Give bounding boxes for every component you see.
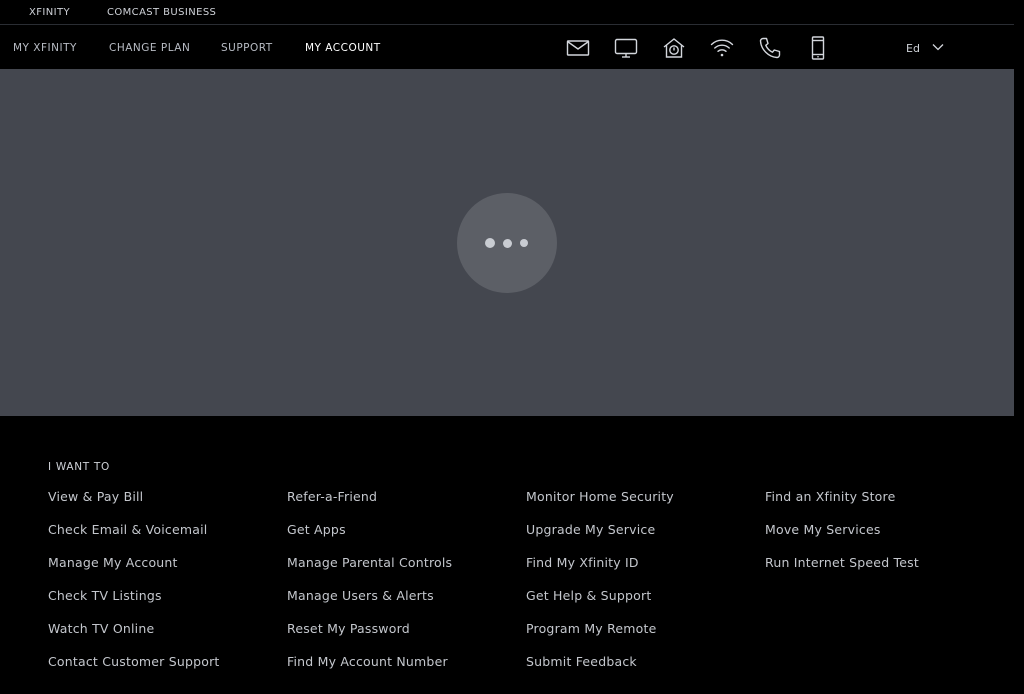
- footer-link[interactable]: Contact Customer Support: [48, 654, 278, 687]
- footer-link[interactable]: Check Email & Voicemail: [48, 522, 278, 555]
- content-loading-panel: [0, 69, 1014, 416]
- chevron-down-icon: [932, 44, 944, 51]
- footer-link[interactable]: Run Internet Speed Test: [765, 555, 995, 588]
- wifi-icon[interactable]: [709, 35, 735, 61]
- footer-link[interactable]: Find My Xfinity ID: [526, 555, 756, 588]
- footer-link[interactable]: Submit Feedback: [526, 654, 756, 687]
- footer-heading: I WANT TO: [48, 461, 111, 473]
- footer-link[interactable]: Check TV Listings: [48, 588, 278, 621]
- scrollbar[interactable]: [1014, 0, 1024, 694]
- footer-link[interactable]: Manage Users & Alerts: [287, 588, 517, 621]
- phone-icon[interactable]: [757, 35, 783, 61]
- nav-change-plan[interactable]: CHANGE PLAN: [109, 42, 190, 54]
- tv-icon[interactable]: [613, 35, 639, 61]
- brand-bar: XFINITY COMCAST BUSINESS: [0, 0, 1014, 25]
- home-security-icon[interactable]: [661, 35, 687, 61]
- comcast-business-link[interactable]: COMCAST BUSINESS: [107, 7, 216, 18]
- footer-link[interactable]: Watch TV Online: [48, 621, 278, 654]
- footer-link[interactable]: Find My Account Number: [287, 654, 517, 687]
- xfinity-link[interactable]: XFINITY: [29, 7, 70, 18]
- loading-dot: [520, 239, 528, 247]
- footer-link[interactable]: Manage Parental Controls: [287, 555, 517, 588]
- mail-icon[interactable]: [565, 35, 591, 61]
- footer-link[interactable]: Refer-a-Friend: [287, 489, 517, 522]
- footer-column-2: Refer-a-Friend Get Apps Manage Parental …: [287, 489, 517, 687]
- main-nav: MY XFINITY CHANGE PLAN SUPPORT MY ACCOUN…: [0, 25, 1014, 69]
- loading-dot: [485, 238, 495, 248]
- footer: I WANT TO View & Pay Bill Check Email & …: [0, 416, 1014, 694]
- footer-link[interactable]: Monitor Home Security: [526, 489, 756, 522]
- footer-link[interactable]: Upgrade My Service: [526, 522, 756, 555]
- page: XFINITY COMCAST BUSINESS MY XFINITY CHAN…: [0, 0, 1024, 694]
- loading-dot: [503, 238, 512, 248]
- footer-column-4: Find an Xfinity Store Move My Services R…: [765, 489, 995, 588]
- footer-link[interactable]: View & Pay Bill: [48, 489, 278, 522]
- nav-my-xfinity[interactable]: MY XFINITY: [13, 42, 77, 54]
- footer-link[interactable]: Manage My Account: [48, 555, 278, 588]
- footer-column-1: View & Pay Bill Check Email & Voicemail …: [48, 489, 278, 687]
- nav-my-account[interactable]: MY ACCOUNT: [305, 42, 381, 54]
- nav-support[interactable]: SUPPORT: [221, 42, 273, 54]
- loading-spinner: [457, 193, 557, 293]
- mobile-icon[interactable]: [805, 35, 831, 61]
- user-menu[interactable]: Ed: [898, 38, 952, 58]
- footer-column-3: Monitor Home Security Upgrade My Service…: [526, 489, 756, 687]
- footer-link[interactable]: Program My Remote: [526, 621, 756, 654]
- footer-link[interactable]: Get Help & Support: [526, 588, 756, 621]
- user-name: Ed: [906, 41, 920, 55]
- footer-link[interactable]: Find an Xfinity Store: [765, 489, 995, 522]
- footer-link[interactable]: Move My Services: [765, 522, 995, 555]
- footer-link[interactable]: Get Apps: [287, 522, 517, 555]
- footer-link[interactable]: Reset My Password: [287, 621, 517, 654]
